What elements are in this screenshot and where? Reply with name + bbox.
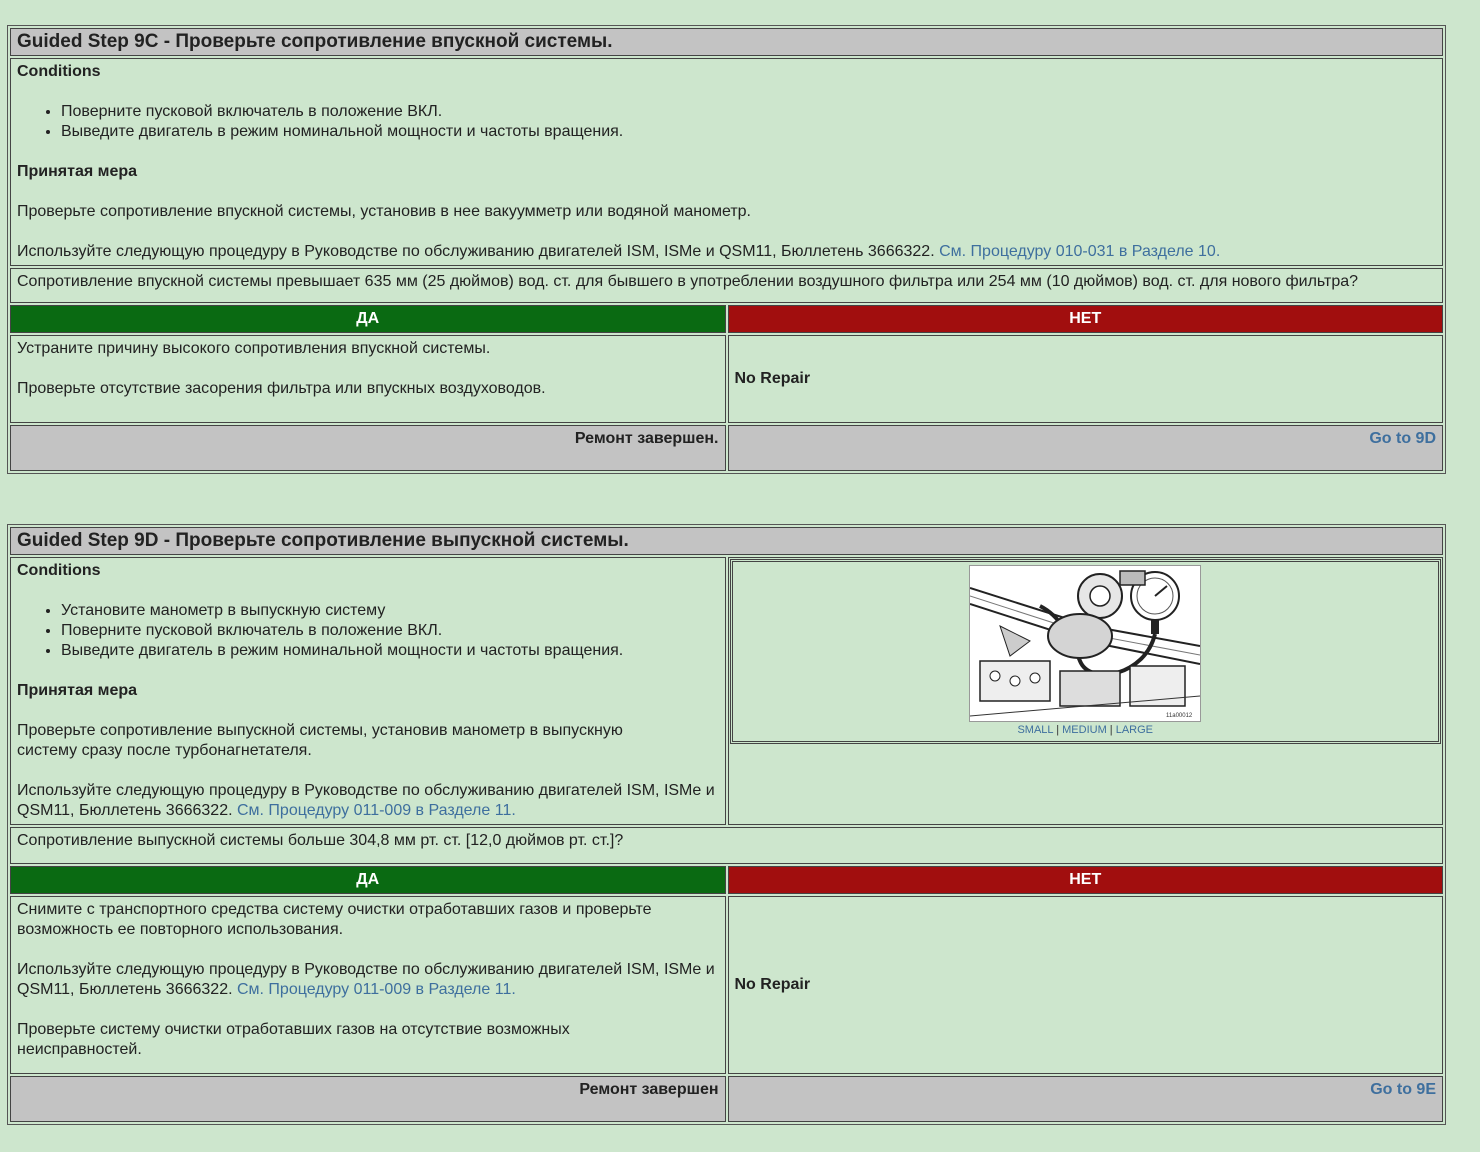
condition-item: Выведите двигатель в режим номинальной м… <box>61 641 719 661</box>
engine-diagram-icon: 11a00012 <box>969 566 1201 721</box>
action-text: Проверьте сопротивление выпускной систем… <box>17 722 623 759</box>
procedure-link[interactable]: См. Процедуру 011-009 в Разделе 11. <box>237 802 516 819</box>
procedure-text: Используйте следующую процедуру в Руково… <box>17 781 719 821</box>
condition-item: Поверните пусковой включатель в положени… <box>61 621 719 641</box>
yes-text: Проверьте систему очистки отработавших г… <box>17 1021 570 1058</box>
engine-pressure-gauge-illustration[interactable]: 11a00012 <box>969 565 1202 722</box>
action-label: Принятая мера <box>17 682 138 699</box>
size-small-link[interactable]: SMALL <box>1017 724 1053 736</box>
go-to-9d-link[interactable]: Go to 9D <box>1369 430 1436 447</box>
conditions-label: Conditions <box>17 562 101 579</box>
step-9c-question: Сопротивление впускной системы превышает… <box>10 268 1443 303</box>
no-header: НЕТ <box>727 866 1443 894</box>
go-to-9e-link[interactable]: Go to 9E <box>1370 1081 1436 1098</box>
guided-step-9c: Guided Step 9C - Проверьте сопротивление… <box>7 25 1446 474</box>
conditions-list: Поверните пусковой включатель в положени… <box>17 102 1436 142</box>
yes-header: ДА <box>10 305 726 333</box>
procedure-text: Используйте следующую процедуру в Руково… <box>17 242 1436 262</box>
repair-complete-text: Ремонт завершен. <box>10 425 726 471</box>
action-label: Принятая мера <box>17 163 138 180</box>
goto-cell: Go to 9E <box>727 1076 1443 1122</box>
no-header: НЕТ <box>727 305 1443 333</box>
procedure-link[interactable]: См. Процедуру 010-031 в Разделе 10. <box>939 243 1220 260</box>
image-id-label: 11a00012 <box>1166 713 1193 719</box>
procedure-description: Используйте следующую процедуру в Руково… <box>17 243 935 260</box>
yes-text: Проверьте отсутствие засорения фильтра и… <box>17 380 546 397</box>
yes-action-cell: Устраните причину высокого сопротивления… <box>10 335 726 423</box>
no-repair-text: No Repair <box>727 896 1443 1074</box>
repair-complete-text: Ремонт завершен <box>10 1076 726 1122</box>
action-text: Проверьте сопротивление впускной системы… <box>17 203 751 220</box>
figure-box: 11a00012 SMALL | MEDIUM | LARGE <box>729 559 1441 744</box>
condition-item: Выведите двигатель в режим номинальной м… <box>61 122 1436 142</box>
size-medium-link[interactable]: MEDIUM <box>1062 724 1107 736</box>
conditions-list: Установите манометр в выпускную систему … <box>17 601 719 661</box>
step-9d-question: Сопротивление выпускной системы больше 3… <box>10 827 1443 864</box>
guided-step-9d: Guided Step 9D - Проверьте сопротивление… <box>7 524 1446 1125</box>
step-9d-conditions-cell: Conditions Установите манометр в выпускн… <box>10 557 726 825</box>
size-large-link[interactable]: LARGE <box>1116 724 1153 736</box>
goto-cell: Go to 9D <box>727 425 1443 471</box>
no-repair-text: No Repair <box>727 335 1443 423</box>
procedure-link[interactable]: См. Процедуру 011-009 в Разделе 11. <box>237 981 516 998</box>
yes-action-cell: Снимите с транспортного средства систему… <box>10 896 726 1074</box>
step-9d-title: Guided Step 9D - Проверьте сопротивление… <box>10 527 1443 555</box>
condition-item: Установите манометр в выпускную систему <box>61 601 719 621</box>
yes-header: ДА <box>10 866 726 894</box>
condition-item: Поверните пусковой включатель в положени… <box>61 102 1436 122</box>
image-size-links: SMALL | MEDIUM | LARGE <box>1017 724 1154 736</box>
yes-text: Устраните причину высокого сопротивления… <box>17 340 491 357</box>
yes-text: Снимите с транспортного средства систему… <box>17 901 652 938</box>
figure-cell: 11a00012 SMALL | MEDIUM | LARGE <box>727 557 1443 825</box>
yes-procedure-text: Используйте следующую процедуру в Руково… <box>17 960 719 1000</box>
step-9c-conditions-cell: Conditions Поверните пусковой включатель… <box>10 58 1443 266</box>
conditions-label: Conditions <box>17 63 101 80</box>
step-9c-title: Guided Step 9C - Проверьте сопротивление… <box>10 28 1443 56</box>
